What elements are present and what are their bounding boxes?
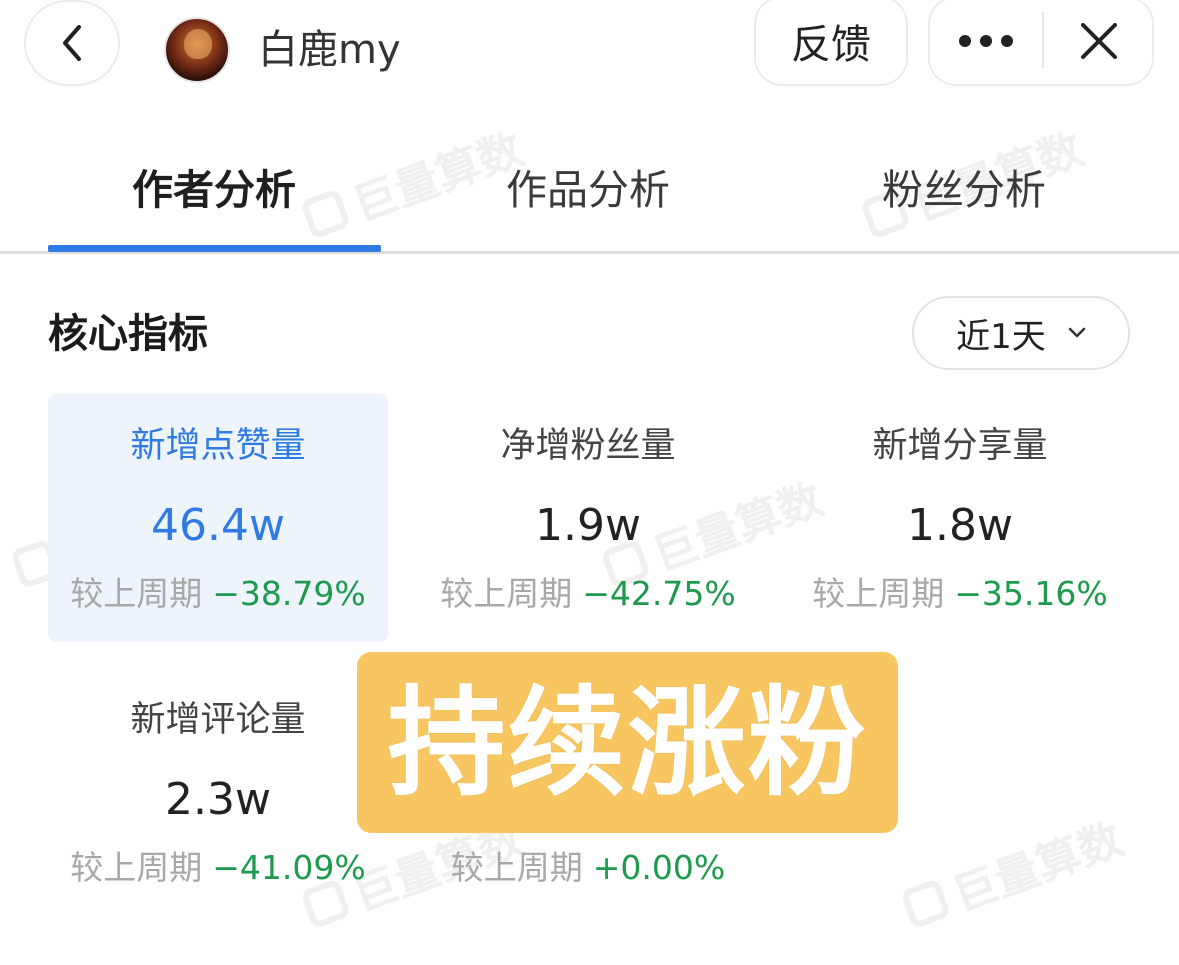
watermark: 巨量算数 [896,803,1130,940]
metric-compare: 较上周期 −42.75% [418,570,758,618]
metric-value: 46.4w [151,500,285,551]
promo-sticker: 持续涨粉 [357,652,898,833]
metric-compare: 较上周期 −35.16% [790,570,1130,618]
compare-label: 较上周期 [70,848,203,887]
metric-value: 1.9w [535,500,641,551]
more-button[interactable] [930,0,1042,84]
compare-change: −35.16% [954,574,1108,613]
capsule-divider [1042,12,1044,68]
period-select-value: 近1天 [956,316,1046,357]
chevron-left-icon [63,25,81,61]
close-icon [1081,23,1117,59]
watermark-text: 巨量算数 [946,813,1130,922]
tab-works-analysis[interactable]: 作品分析 [420,158,756,222]
compare-label: 较上周期 [440,574,573,613]
metric-card-new-shares[interactable]: 新增分享量 1.8w 较上周期 −35.16% [790,394,1130,642]
promo-sticker-text: 持续涨粉 [387,673,868,812]
active-tab-indicator [48,245,381,252]
compare-label: 较上周期 [450,848,583,887]
section-title: 核心指标 [48,311,208,357]
chevron-down-icon [1068,327,1086,338]
metric-card-new-comments[interactable]: 新增评论量 2.3w 较上周期 −41.09% [48,668,388,916]
compare-change: −38.79% [212,574,366,613]
metric-compare: 较上周期 +0.00% [418,844,758,892]
metric-label: 净增粉丝量 [500,426,676,466]
tab-fans-analysis[interactable]: 粉丝分析 [796,158,1132,222]
compare-label: 较上周期 [812,574,945,613]
metric-label: 新增评论量 [130,700,306,740]
metric-compare: 较上周期 −41.09% [48,844,388,892]
metric-label: 新增分享量 [872,426,1048,466]
compare-change: +0.00% [592,848,726,887]
back-button[interactable] [24,0,120,86]
metric-compare: 较上周期 −38.79% [48,570,388,618]
avatar[interactable] [164,17,230,83]
metric-card-new-likes[interactable]: 新增点赞量 46.4w 较上周期 −38.79% [48,394,388,642]
period-select[interactable]: 近1天 [912,296,1130,370]
metric-value: 2.3w [165,774,271,825]
close-button[interactable] [1046,0,1152,84]
mini-program-capsule [928,0,1154,86]
more-dots-icon [959,35,1013,47]
metric-label: 新增点赞量 [130,426,306,466]
watermark-logo-icon [899,878,952,930]
compare-label: 较上周期 [70,574,203,613]
compare-change: −41.09% [212,848,366,887]
tab-author-analysis[interactable]: 作者分析 [48,158,380,222]
username: 白鹿my [258,27,401,73]
compare-change: −42.75% [582,574,736,613]
metric-value: 1.8w [907,500,1013,551]
metric-card-net-fans[interactable]: 净增粉丝量 1.9w 较上周期 −42.75% [418,394,758,642]
feedback-button[interactable]: 反馈 [754,0,908,86]
